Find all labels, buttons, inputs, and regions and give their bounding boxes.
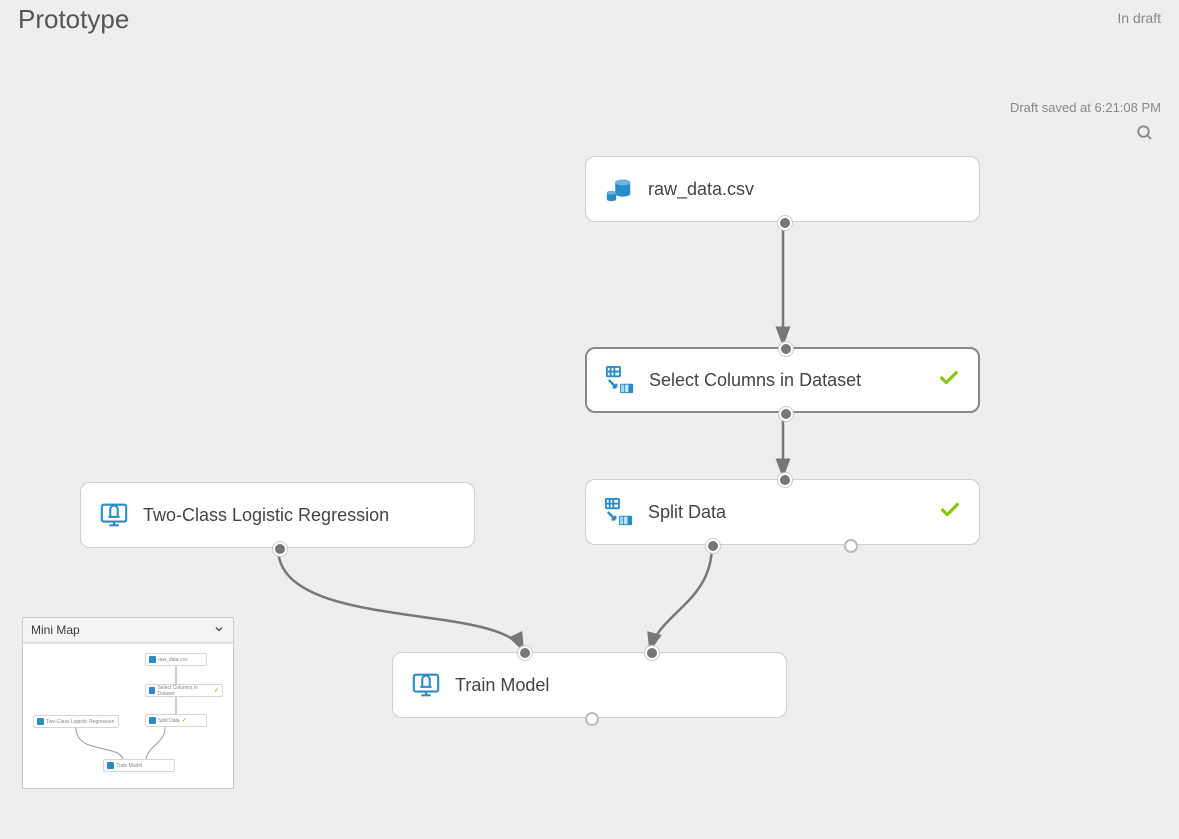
output-port[interactable] <box>779 407 793 421</box>
minimap-title: Mini Map <box>31 623 80 637</box>
transform-icon <box>605 365 635 395</box>
output-port-2[interactable] <box>844 539 858 553</box>
mini-node: Select Columns in Dataset✓ <box>145 684 223 697</box>
model-icon <box>99 500 129 530</box>
draft-status: In draft <box>1117 10 1161 26</box>
input-port-1[interactable] <box>518 646 532 660</box>
node-select-columns[interactable]: Select Columns in Dataset <box>585 347 980 413</box>
success-icon <box>939 499 961 526</box>
saved-timestamp: Draft saved at 6:21:08 PM <box>1010 100 1161 115</box>
node-label: raw_data.csv <box>648 179 961 200</box>
mini-node: Train Model <box>103 759 175 772</box>
output-port[interactable] <box>778 216 792 230</box>
output-port[interactable] <box>273 542 287 556</box>
transform-icon <box>604 497 634 527</box>
input-port[interactable] <box>779 342 793 356</box>
minimap-panel[interactable]: Mini Map raw_data.csv Select Columns in … <box>22 617 234 789</box>
node-label: Train Model <box>455 675 768 696</box>
search-icon[interactable] <box>1136 124 1154 147</box>
dataset-icon <box>604 174 634 204</box>
mini-node: Split Data✓ <box>145 714 207 727</box>
minimap-body[interactable]: raw_data.csv Select Columns in Dataset✓ … <box>23 643 233 788</box>
page-title: Prototype <box>18 4 129 35</box>
input-port[interactable] <box>778 473 792 487</box>
success-icon <box>938 367 960 394</box>
node-label: Split Data <box>648 502 931 523</box>
node-train-model[interactable]: Train Model <box>392 652 787 718</box>
input-port-2[interactable] <box>645 646 659 660</box>
minimap-header[interactable]: Mini Map <box>23 618 233 643</box>
mini-node: raw_data.csv <box>145 653 207 666</box>
node-raw-data[interactable]: raw_data.csv <box>585 156 980 222</box>
node-label: Select Columns in Dataset <box>649 370 930 391</box>
node-logistic-regression[interactable]: Two-Class Logistic Regression <box>80 482 475 548</box>
node-split-data[interactable]: Split Data <box>585 479 980 545</box>
model-icon <box>411 670 441 700</box>
mini-node: Two-Class Logistic Regression <box>33 715 119 728</box>
experiment-canvas[interactable]: Draft saved at 6:21:08 PM <box>0 42 1179 797</box>
output-port-1[interactable] <box>706 539 720 553</box>
chevron-down-icon <box>213 623 225 638</box>
output-port[interactable] <box>585 712 599 726</box>
node-label: Two-Class Logistic Regression <box>143 505 456 526</box>
